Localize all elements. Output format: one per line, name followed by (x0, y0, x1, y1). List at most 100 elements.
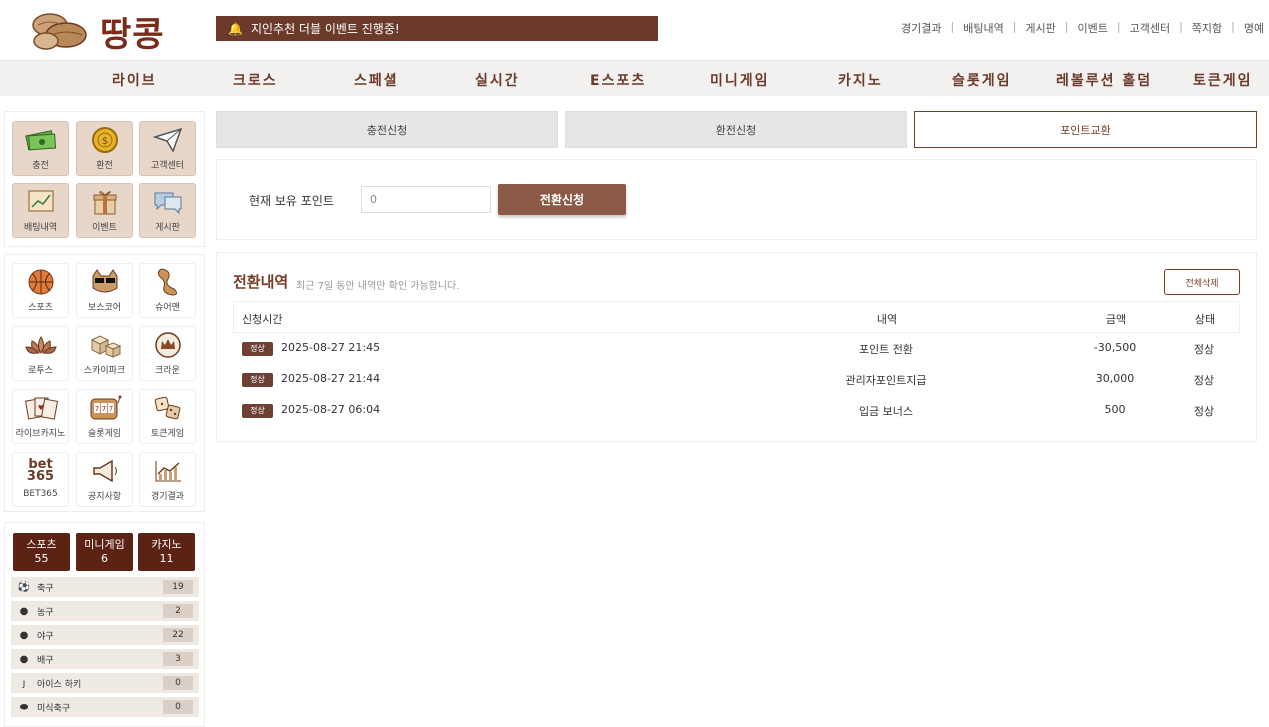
game-crown[interactable]: 크라운 (139, 326, 196, 381)
tab-point-exchange[interactable]: 포인트교환 (914, 111, 1257, 148)
nav-live[interactable]: 라이브 (112, 70, 157, 90)
quick-bet-history[interactable]: 배팅내역 (12, 183, 69, 238)
chart-board-icon (24, 188, 58, 216)
sport-item-volleyball[interactable]: ● 배구 3 (11, 649, 199, 669)
tab-deposit[interactable]: 충전신청 (216, 111, 558, 148)
hockey-icon: ȷ (22, 677, 26, 689)
quick-withdraw[interactable]: $ 환전 (76, 121, 133, 176)
top-link-results[interactable]: 경기결과 (892, 20, 950, 36)
tab-withdraw[interactable]: 환전신청 (565, 111, 907, 148)
nav-realtime[interactable]: 실시간 (475, 70, 520, 90)
svg-text:♥: ♥ (37, 404, 43, 412)
top-link-event[interactable]: 이벤트 (1069, 20, 1117, 36)
nav-special[interactable]: 스페셜 (354, 70, 399, 90)
site-logo[interactable]: 땅콩 (28, 8, 178, 55)
sport-name: 야구 (37, 631, 54, 642)
row-desc: 입금 보너스 (858, 405, 914, 418)
table-header: 신청시간 내역 금액 상태 (233, 301, 1240, 333)
nav-revolution-holdem[interactable]: 레볼루션 홀덤 (1056, 70, 1152, 90)
sport-item-soccer[interactable]: ⚽ 축구 19 (11, 577, 199, 597)
svg-text:7: 7 (101, 405, 105, 413)
header: 땅콩 🔔 지인추천 더블 이벤트 진행중! 경기결과 | 배팅내역 | 게시판 | 이… (0, 0, 1269, 60)
game-token-label: 토큰게임 (150, 429, 185, 439)
volleyball-icon: ● (19, 653, 29, 665)
game-sureman[interactable]: 슈어맨 (139, 263, 196, 318)
line-chart-icon (151, 457, 185, 485)
category-sports[interactable]: 스포츠 55 (13, 533, 70, 571)
nav-minigame[interactable]: 미니게임 (710, 70, 770, 90)
quick-deposit[interactable]: 충전 (12, 121, 69, 176)
sport-count: 0 (163, 700, 193, 714)
gift-icon (88, 188, 122, 216)
game-results[interactable]: 경기결과 (139, 452, 196, 507)
category-count: 11 (159, 552, 174, 565)
game-slot[interactable]: 777 슬롯게임 (76, 389, 133, 444)
nav-esports[interactable]: E스포츠 (590, 70, 646, 90)
top-link-support[interactable]: 고객센터 (1121, 20, 1179, 36)
category-casino[interactable]: 카지노 11 (138, 533, 195, 571)
game-crown-label: 크라운 (155, 366, 180, 376)
nav-token-game[interactable]: 토큰게임 (1193, 70, 1253, 90)
column-header-amount: 금액 (1105, 313, 1127, 326)
main-nav: 라이브 크로스 스페셜 실시간 E스포츠 미니게임 카지노 슬롯게임 레볼루션 … (0, 60, 1269, 96)
sport-name: 아이스 하키 (37, 679, 82, 690)
top-link-messages[interactable]: 쪽지함 (1183, 20, 1231, 36)
row-status: 정상 (1193, 374, 1215, 387)
nav-casino[interactable]: 카지노 (838, 70, 883, 90)
status-badge: 정상 (242, 404, 273, 418)
game-sports-label: 스포츠 (28, 303, 53, 313)
category-name: 스포츠 (26, 538, 57, 551)
sport-count: 22 (163, 628, 193, 642)
sport-count: 2 (163, 604, 193, 618)
game-notice[interactable]: 공지사항 (76, 452, 133, 507)
sport-item-american-football[interactable]: ⬬ 미식축구 0 (11, 697, 199, 717)
sport-count: 19 (163, 580, 193, 594)
slot-machine-icon: 777 (88, 394, 122, 422)
sport-item-basketball[interactable]: ● 농구 2 (11, 601, 199, 621)
current-points-field[interactable]: 0 (361, 186, 491, 213)
column-header-time: 신청시간 (242, 313, 283, 326)
game-live-casino[interactable]: ♥ 라이브카지노 (12, 389, 69, 444)
table-row: 정상 2025-08-27 21:45 포인트 전환 -30,500 정상 (233, 333, 1240, 364)
quick-bet-history-label: 배팅내역 (23, 223, 58, 233)
game-token[interactable]: 토큰게임 (139, 389, 196, 444)
bell-icon: 🔔 (228, 21, 243, 36)
row-amount: 30,000 (1095, 372, 1135, 385)
game-sports[interactable]: 스포츠 (12, 263, 69, 318)
coin-icon: $ (88, 126, 122, 154)
game-boscore[interactable]: 보스코어 (76, 263, 133, 318)
quick-support[interactable]: 고객센터 (139, 121, 196, 176)
top-link-honor[interactable]: 명예 (1235, 20, 1269, 36)
quick-board[interactable]: 게시판 (139, 183, 196, 238)
delete-all-button[interactable]: 전체삭제 (1164, 269, 1240, 295)
row-time: 2025-08-27 21:44 (281, 372, 381, 385)
peanut-logo-icon (28, 9, 94, 53)
quick-event[interactable]: 이벤트 (76, 183, 133, 238)
game-skypark-label: 스카이파크 (83, 366, 126, 376)
top-link-board[interactable]: 게시판 (1016, 20, 1064, 36)
row-time: 2025-08-27 21:45 (281, 341, 381, 354)
notice-banner[interactable]: 🔔 지인추천 더블 이벤트 진행중! (216, 16, 658, 41)
point-exchange-panel: 현재 보유 포인트 0 전환신청 (216, 159, 1257, 240)
category-minigame[interactable]: 미니게임 6 (76, 533, 133, 571)
sport-item-ice-hockey[interactable]: ȷ 아이스 하키 0 (11, 673, 199, 693)
sunglasses-cat-icon (88, 268, 122, 296)
lotus-icon (24, 331, 58, 359)
game-skypark[interactable]: 스카이파크 (76, 326, 133, 381)
top-link-bet-history[interactable]: 배팅내역 (954, 20, 1012, 36)
column-header-desc: 내역 (876, 313, 898, 326)
game-bet365[interactable]: bet 365 BET365 (12, 452, 69, 507)
quick-menu: 충전 $ 환전 고객센터 배팅내역 이벤트 게시판 (4, 111, 205, 247)
nav-slot[interactable]: 슬롯게임 (952, 70, 1012, 90)
nav-cross[interactable]: 크로스 (233, 70, 278, 90)
exchange-request-button[interactable]: 전환신청 (498, 184, 626, 215)
status-badge: 정상 (242, 373, 273, 387)
sport-item-baseball[interactable]: ● 야구 22 (11, 625, 199, 645)
row-desc: 포인트 전환 (858, 343, 914, 356)
game-notice-label: 공지사항 (87, 492, 122, 502)
game-lotus[interactable]: 로투스 (12, 326, 69, 381)
game-bet365-label: BET365 (23, 489, 58, 499)
category-name: 미니게임 (84, 538, 125, 551)
paper-plane-icon (151, 126, 185, 154)
bet365-logo-text-bottom: 365 (26, 469, 55, 484)
